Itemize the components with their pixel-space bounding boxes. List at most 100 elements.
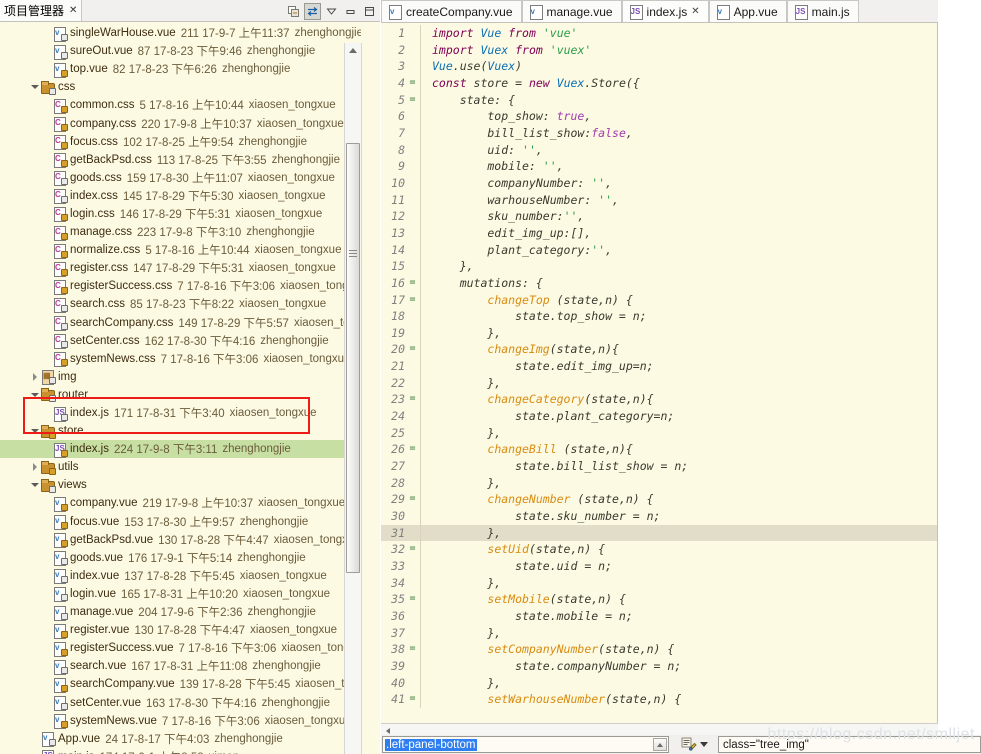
collapse-all-icon[interactable]: [285, 3, 302, 20]
tree-file-company.css[interactable]: Ccompany.css 220 17-9-8 上午10:37 xiaosen_to…: [0, 114, 361, 133]
scroll-up-arrow-icon[interactable]: [345, 43, 361, 58]
code-line[interactable]: 27 state.bill_list_show = n;: [381, 458, 937, 475]
code-line[interactable]: 17 = changeTop (state,n) {: [381, 291, 937, 309]
tree-folder-router[interactable]: router: [0, 386, 361, 404]
fold-toggle-icon[interactable]: =: [407, 92, 418, 109]
tree-file-normalize.css[interactable]: Cnormalize.css 5 17-8-16 上午10:44 xiaosen_t…: [0, 241, 361, 259]
code-line[interactable]: 6 top_show: true,: [381, 108, 937, 125]
minimize-icon[interactable]: [342, 3, 359, 20]
code-line[interactable]: 11 warhouseNumber: '',: [381, 191, 937, 209]
tree-file-main.js[interactable]: JSmain.js174 17-9-1 上午8:58ximen: [0, 748, 361, 754]
css-selector-input[interactable]: .left-panel-bottom: [382, 736, 669, 753]
editor-tab-App-vue[interactable]: v App.vue: [708, 0, 787, 22]
chevron-down-icon[interactable]: [700, 742, 708, 747]
spinner-up-icon[interactable]: [653, 738, 667, 751]
tab-project-explorer[interactable]: 项目管理器 ✕: [0, 0, 83, 21]
code-line[interactable]: 32 = setUid(state,n) {: [381, 541, 937, 558]
fold-toggle-icon[interactable]: =: [407, 641, 418, 658]
code-line[interactable]: 2 import Vuex from 'vuex': [381, 41, 937, 59]
tree-file-singleWarHouse.vue[interactable]: v singleWarHouse.vue 211 17-9-7 上午11:37 zhe…: [0, 24, 361, 42]
code-line[interactable]: 1 import Vue from 'vue': [381, 25, 937, 42]
tree-file-focus.css[interactable]: Cfocus.css 102 17-8-25 上午9:54 zhenghongjie: [0, 133, 361, 151]
tree-file-index.js[interactable]: JS index.js 171 17-8-31 下午3:40 xiaosen_tong…: [0, 404, 361, 422]
code-line[interactable]: 21 state.edit_img_up=n;: [381, 358, 937, 375]
fold-toggle-icon[interactable]: =: [407, 75, 418, 92]
code-line[interactable]: 14 plant_category:'',: [381, 241, 937, 259]
fold-toggle-icon[interactable]: =: [407, 275, 418, 292]
tree-folder-utils[interactable]: utils: [0, 458, 361, 476]
code-line[interactable]: 19 },: [381, 324, 937, 342]
code-line[interactable]: 18 state.top_show = n;: [381, 308, 937, 325]
tree-file-goods.vue[interactable]: v goods.vue 176 17-9-1 下午5:14 zhenghongjie: [0, 549, 361, 567]
chevron-right-icon[interactable]: [30, 458, 40, 476]
chevron-down-icon[interactable]: [30, 422, 40, 440]
tree-file-registerSuccess.css[interactable]: CregisterSuccess.css 7 17-8-16 下午3:06 xiao…: [0, 277, 361, 295]
tree-file-getBackPsd.vue[interactable]: v getBackPsd.vue 130 17-8-28 下午4:47 xiaosen…: [0, 531, 361, 549]
view-menu-icon[interactable]: [323, 3, 340, 20]
attribute-value-field[interactable]: class="tree_img": [718, 736, 981, 753]
chevron-down-icon[interactable]: [30, 386, 40, 404]
tree-file-systemNews.vue[interactable]: v systemNews.vue 7 17-8-16 下午3:06 xiaosen_t…: [0, 712, 361, 730]
maximize-icon[interactable]: [361, 3, 378, 20]
tree-folder-store[interactable]: store: [0, 422, 361, 440]
tree-file-searchCompany.css[interactable]: CsearchCompany.css 149 17-8-29 下午5:57 xiao…: [0, 314, 361, 332]
fold-toggle-icon[interactable]: =: [407, 691, 418, 708]
close-icon[interactable]: ✕: [69, 5, 77, 16]
fold-toggle-icon[interactable]: =: [407, 541, 418, 558]
code-editor[interactable]: 1 import Vue from 'vue' 2 import Vuex from …: [381, 23, 938, 723]
fold-toggle-icon[interactable]: =: [407, 441, 418, 458]
tree-file-company.vue[interactable]: v company.vue 219 17-9-8 上午10:37 xiaosen_to…: [0, 494, 361, 512]
tree-folder-img[interactable]: ▦ img: [0, 368, 361, 386]
tree-file-registerSuccess.vue[interactable]: v registerSuccess.vue 7 17-8-16 下午3:06 xiao…: [0, 639, 361, 657]
code-line[interactable]: 37 },: [381, 624, 937, 642]
code-line[interactable]: 4 = const store = new Vuex.Store({: [381, 74, 937, 92]
code-line[interactable]: 10 companyNumber: '',: [381, 174, 937, 192]
code-line[interactable]: 3 Vue.use(Vuex): [381, 58, 937, 75]
fold-toggle-icon[interactable]: =: [407, 491, 418, 508]
tree-file-getBackPsd.css[interactable]: CgetBackPsd.css 113 17-8-25 下午3:55 zhengho…: [0, 151, 361, 169]
tree-file-goods.css[interactable]: Cgoods.css 159 17-8-30 上午11:07 xiaosen_ton…: [0, 169, 361, 187]
scrollbar-thumb[interactable]: [346, 143, 360, 573]
code-line[interactable]: 33 state.uid = n;: [381, 558, 937, 575]
chevron-down-icon[interactable]: [30, 476, 40, 494]
wrench-icon[interactable]: [681, 737, 697, 753]
code-line[interactable]: 29 = changeNumber (state,n) {: [381, 491, 937, 509]
tree-vertical-scrollbar[interactable]: [344, 43, 361, 754]
code-line[interactable]: 40 },: [381, 674, 937, 692]
editor-tab-manage-vue[interactable]: v manage.vue: [521, 0, 622, 22]
code-line[interactable]: 7 bill_list_show:false,: [381, 124, 937, 142]
chevron-right-icon[interactable]: [30, 368, 40, 386]
code-line[interactable]: 28 },: [381, 474, 937, 492]
tree-file-search.vue[interactable]: v search.vue 167 17-8-31 上午11:08 zhenghongj…: [0, 657, 361, 675]
code-line[interactable]: 34 },: [381, 574, 937, 592]
tree-file-sureOut.vue[interactable]: v sureOut.vue 87 17-8-23 下午9:46 zhenghongji…: [0, 42, 361, 60]
chevron-down-icon[interactable]: [30, 78, 40, 96]
code-line[interactable]: 24 state.plant_category=n;: [381, 408, 937, 425]
code-line[interactable]: 20 = changeImg(state,n){: [381, 341, 937, 359]
fold-toggle-icon[interactable]: =: [407, 341, 418, 358]
fold-toggle-icon[interactable]: =: [407, 391, 418, 408]
tree-file-manage.vue[interactable]: v manage.vue 204 17-9-6 下午2:36 zhenghongjie: [0, 603, 361, 621]
tree-file-manage.css[interactable]: Cmanage.css 223 17-9-8 下午3:10 zhenghongjie: [0, 223, 361, 241]
tree-file-common.css[interactable]: Ccommon.css 5 17-8-16 上午10:44 xiaosen_tong…: [0, 96, 361, 114]
tree-file-App.vue[interactable]: v App.vue 24 17-8-17 下午4:03 zhenghongjie: [0, 730, 361, 748]
fold-toggle-icon[interactable]: =: [407, 591, 418, 608]
tree-file-top.vue[interactable]: v top.vue 82 17-8-23 下午6:26 zhenghongjie: [0, 60, 361, 78]
tree-file-login.css[interactable]: Clogin.css 146 17-8-29 下午5:31 xiaosen_tong…: [0, 205, 361, 223]
tree-file-systemNews.css[interactable]: CsystemNews.css 7 17-8-16 下午3:06 xiaosen_t…: [0, 350, 361, 368]
code-line[interactable]: 30 state.sku_number = n;: [381, 508, 937, 525]
project-tree[interactable]: v singleWarHouse.vue 211 17-9-7 上午11:37 zhe…: [0, 22, 361, 754]
code-line[interactable]: 35 = setMobile(state,n) {: [381, 591, 937, 608]
tree-file-index.js[interactable]: JS index.js 224 17-9-8 下午3:11 zhenghongjie: [0, 440, 361, 459]
code-line[interactable]: 16 = mutations: {: [381, 274, 937, 292]
tree-file-search.css[interactable]: Csearch.css 85 17-8-23 下午8:22 xiaosen_tong…: [0, 295, 361, 313]
tree-file-index.css[interactable]: Cindex.css 145 17-8-29 下午5:30 xiaosen_tong…: [0, 187, 361, 205]
tree-file-searchCompany.vue[interactable]: v searchCompany.vue 139 17-8-28 下午5:45 xiao…: [0, 675, 361, 693]
editor-tab-main-js[interactable]: JS main.js: [786, 0, 859, 22]
editor-tab-createCompany-vue[interactable]: v createCompany.vue: [381, 0, 522, 22]
fold-toggle-icon[interactable]: =: [407, 292, 418, 309]
code-line[interactable]: 8 uid: '',: [381, 141, 937, 159]
tree-file-login.vue[interactable]: v login.vue 165 17-8-31 上午10:20 xiaosen_ton…: [0, 585, 361, 603]
code-line[interactable]: 25 },: [381, 424, 937, 442]
tree-file-register.css[interactable]: Cregister.css 147 17-8-29 下午5:31 xiaosen_t…: [0, 259, 361, 277]
